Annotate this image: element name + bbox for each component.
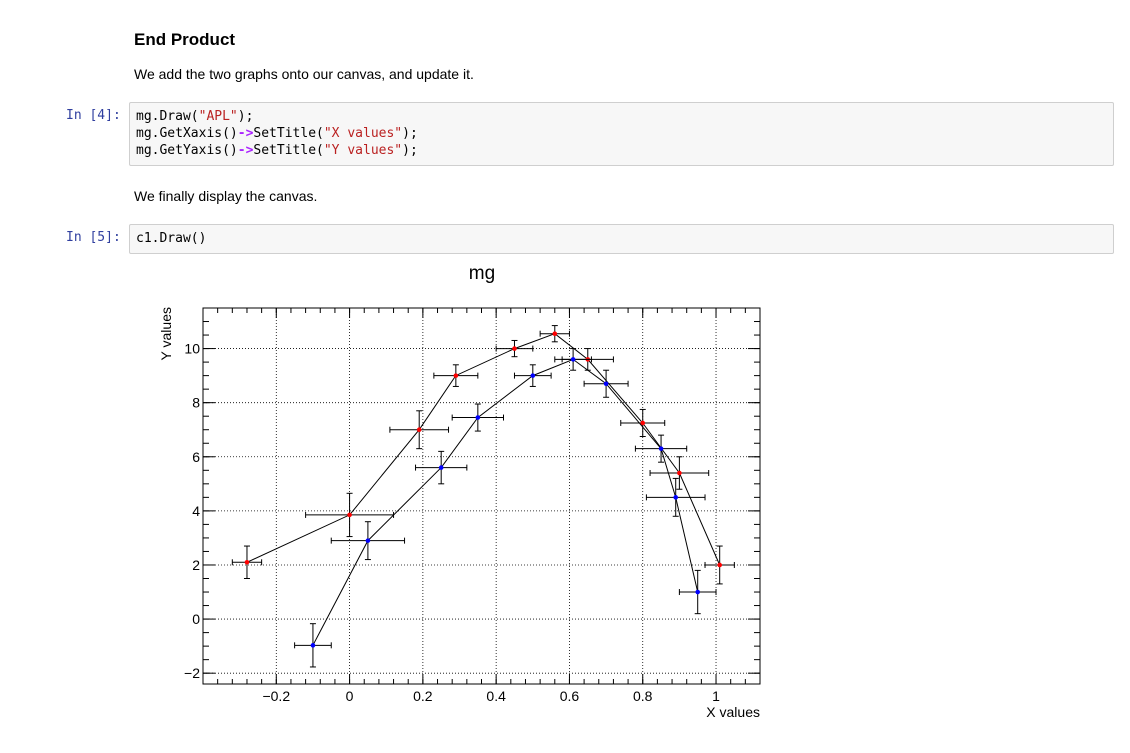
y-tick-label: 0 [192, 611, 200, 627]
data-point [570, 357, 576, 362]
data-point [475, 415, 481, 420]
cell-prompt-4: In [4]: [66, 108, 121, 123]
data-point [244, 559, 250, 565]
x-axis-title: X values [706, 704, 760, 720]
x-tick-label: 1 [712, 688, 720, 704]
data-point [438, 465, 444, 470]
code-line-draw: c1.Draw() [136, 231, 207, 246]
y-tick-label: 10 [184, 341, 200, 357]
y-tick-label: 6 [192, 449, 200, 465]
x-tick-label: 0 [346, 688, 354, 704]
series-line [246, 333, 721, 566]
data-point [658, 446, 664, 451]
y-tick-label: 4 [192, 503, 200, 519]
markdown-paragraph-add-graphs: We add the two graphs onto our canvas, a… [134, 66, 474, 82]
data-point [310, 643, 316, 648]
cell-output-canvas: mg −0.2 0 0.2 0.4 0.6 0.8 1 −2 0 2 4 6 8 10 X values … [150, 258, 790, 748]
y-axis-title: Y values [158, 307, 174, 360]
data-point [677, 470, 682, 476]
markdown-paragraph-display: We finally display the canvas. [134, 188, 318, 204]
y-tick-label: −2 [184, 665, 200, 681]
markdown-heading: End Product [134, 30, 236, 49]
series-1 [294, 348, 717, 668]
x-tick-label: 0.4 [486, 688, 506, 704]
code-line-1: mg.Draw("APL"); [136, 109, 254, 124]
data-point [552, 331, 558, 336]
data-point [530, 373, 536, 378]
chart-axes: −0.2 0 0.2 0.4 0.6 0.8 1 −2 0 2 4 6 8 10 [184, 307, 761, 704]
series-line [312, 358, 699, 646]
data-point [512, 346, 517, 351]
data-point [453, 373, 459, 378]
x-tick-label: 0.2 [413, 688, 433, 704]
y-tick-label: 2 [192, 557, 200, 573]
chart-series-layer [231, 325, 735, 668]
code-line-2: mg.GetXaxis()->SetTitle("X values"); [136, 126, 418, 141]
data-point [673, 495, 679, 500]
cell-prompt-5: In [5]: [66, 230, 121, 245]
data-point [717, 562, 722, 568]
code-cell-4[interactable]: mg.Draw("APL"); mg.GetXaxis()->SetTitle(… [129, 102, 1114, 166]
data-point [416, 427, 422, 433]
data-point [365, 538, 371, 543]
code-cell-5[interactable]: c1.Draw() [129, 224, 1114, 254]
x-tick-label: 0.8 [633, 688, 653, 704]
chart-title: mg [469, 263, 495, 284]
x-tick-label: −0.2 [262, 688, 290, 704]
root-canvas-chart: mg −0.2 0 0.2 0.4 0.6 0.8 1−20246810 X values … [158, 263, 761, 720]
series-0 [231, 325, 735, 585]
x-tick-label: 0.6 [560, 688, 580, 704]
data-point [695, 589, 701, 595]
data-point [347, 512, 352, 518]
data-point [603, 381, 609, 387]
code-line-3: mg.GetYaxis()->SetTitle("Y values"); [136, 143, 418, 158]
y-tick-label: 8 [192, 395, 200, 411]
